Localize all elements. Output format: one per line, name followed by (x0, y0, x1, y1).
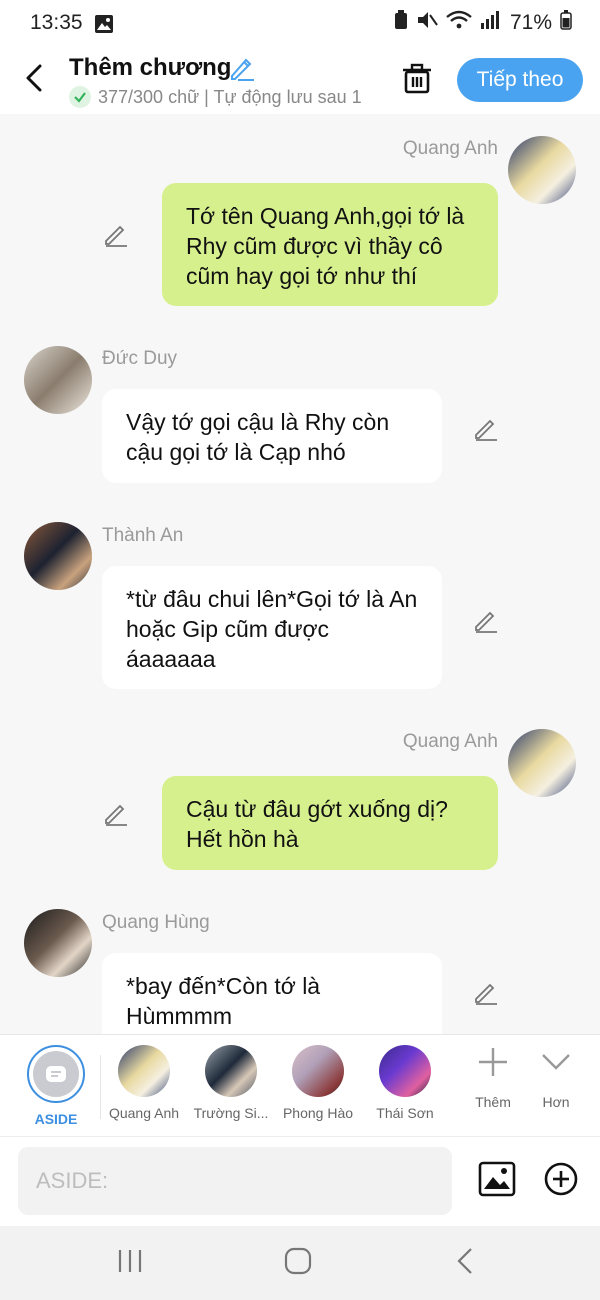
image-icon (478, 1161, 516, 1197)
edit-message-icon[interactable] (102, 799, 130, 827)
avatar (118, 1045, 170, 1097)
add-button[interactable] (543, 1161, 579, 1202)
avatar (379, 1045, 431, 1097)
delete-button[interactable] (400, 62, 434, 101)
message-author: Quang Hùng (102, 912, 210, 933)
edit-message-icon[interactable] (472, 414, 500, 442)
recent-apps-icon (118, 1250, 142, 1272)
character-quang-anh[interactable]: Quang Anh (99, 1045, 189, 1121)
wifi-icon (446, 10, 472, 36)
avatar[interactable] (508, 136, 576, 204)
avatar[interactable] (24, 346, 92, 414)
message-author: Thành An (102, 525, 184, 546)
plus-circle-icon (544, 1162, 578, 1196)
character-label: Quang Anh (108, 1105, 180, 1121)
plus-icon (479, 1048, 507, 1076)
expand-label: Hơn (542, 1094, 570, 1110)
battery-saver-icon (394, 10, 408, 36)
message-bubble[interactable]: Vậy tớ gọi cậu là Rhy còn cậu gọi tớ là … (102, 389, 442, 483)
character-label: Thái Sơn (376, 1105, 434, 1121)
message-author: Quang Anh (402, 138, 498, 159)
edit-title-button[interactable] (228, 54, 256, 87)
back-button[interactable] (20, 62, 52, 94)
system-nav-bar (0, 1226, 600, 1300)
expand-button[interactable]: Hơn (521, 1045, 591, 1110)
saved-check-icon (69, 86, 91, 108)
avatar (205, 1045, 257, 1097)
insert-image-button[interactable] (478, 1161, 516, 1202)
add-character-button[interactable]: Thêm (458, 1045, 528, 1110)
avatar[interactable] (508, 729, 576, 797)
battery-icon (560, 10, 572, 36)
message-bubble[interactable]: Tớ tên Quang Anh,gọi tớ là Rhy cũm được … (162, 183, 498, 306)
edit-message-icon[interactable] (102, 220, 130, 248)
home-button[interactable] (283, 1246, 313, 1281)
page-title: Thêm chương (69, 54, 232, 81)
back-nav-icon (457, 1248, 472, 1274)
battery-percent: 71% (509, 11, 552, 34)
home-icon (284, 1247, 312, 1275)
mute-icon (416, 10, 438, 36)
message-bubble[interactable]: *bay đến*Còn tớ là Hùmmmm (102, 953, 442, 1034)
message-bubble[interactable]: Cậu từ đâu gớt xuống dị? Hết hồn hà (162, 776, 498, 870)
character-truong-sinh[interactable]: Trường Si... (186, 1045, 276, 1121)
trash-icon (403, 63, 431, 94)
character-label: ASIDE (34, 1111, 78, 1127)
back-nav-button[interactable] (452, 1246, 478, 1281)
message-bubble[interactable]: *từ đâu chui lên*Gọi tớ là An hoặc Gip c… (102, 566, 442, 689)
chat-area[interactable]: Quang Anh Tớ tên Quang Anh,gọi tớ là Rhy… (0, 114, 600, 1034)
character-selector: ASIDE Quang Anh Trường Si... Phong Hào T… (0, 1034, 600, 1137)
compose-area (0, 1136, 600, 1227)
status-bar: 13:35 71% (0, 0, 600, 48)
character-phong-hao[interactable]: Phong Hào (273, 1045, 363, 1121)
back-arrow-icon (26, 64, 42, 92)
signal-icon (480, 10, 502, 36)
avatar (292, 1045, 344, 1097)
message-author: Đức Duy (102, 348, 178, 369)
chevron-down-icon (542, 1054, 570, 1070)
edit-message-icon[interactable] (472, 978, 500, 1006)
character-label: Phong Hào (282, 1105, 354, 1121)
character-label: Trường Si... (193, 1105, 269, 1121)
status-time: 13:35 (30, 11, 83, 34)
add-character-label: Thêm (475, 1094, 511, 1110)
aside-icon (33, 1051, 79, 1097)
avatar[interactable] (24, 522, 92, 590)
edit-message-icon[interactable] (472, 606, 500, 634)
character-aside[interactable]: ASIDE (11, 1045, 101, 1127)
header: Thêm chương 377/300 chữ | Tự động lưu sa… (0, 48, 600, 114)
avatar[interactable] (24, 909, 92, 977)
recent-apps-button[interactable] (116, 1246, 144, 1281)
next-button[interactable]: Tiếp theo (457, 58, 583, 102)
message-author: Quang Anh (402, 731, 498, 752)
character-thai-son[interactable]: Thái Sơn (360, 1045, 450, 1121)
aside-input[interactable] (18, 1147, 452, 1215)
pencil-icon (231, 58, 254, 81)
word-count-status: 377/300 chữ | Tự động lưu sau 1 (98, 86, 362, 107)
gallery-icon (94, 14, 114, 39)
